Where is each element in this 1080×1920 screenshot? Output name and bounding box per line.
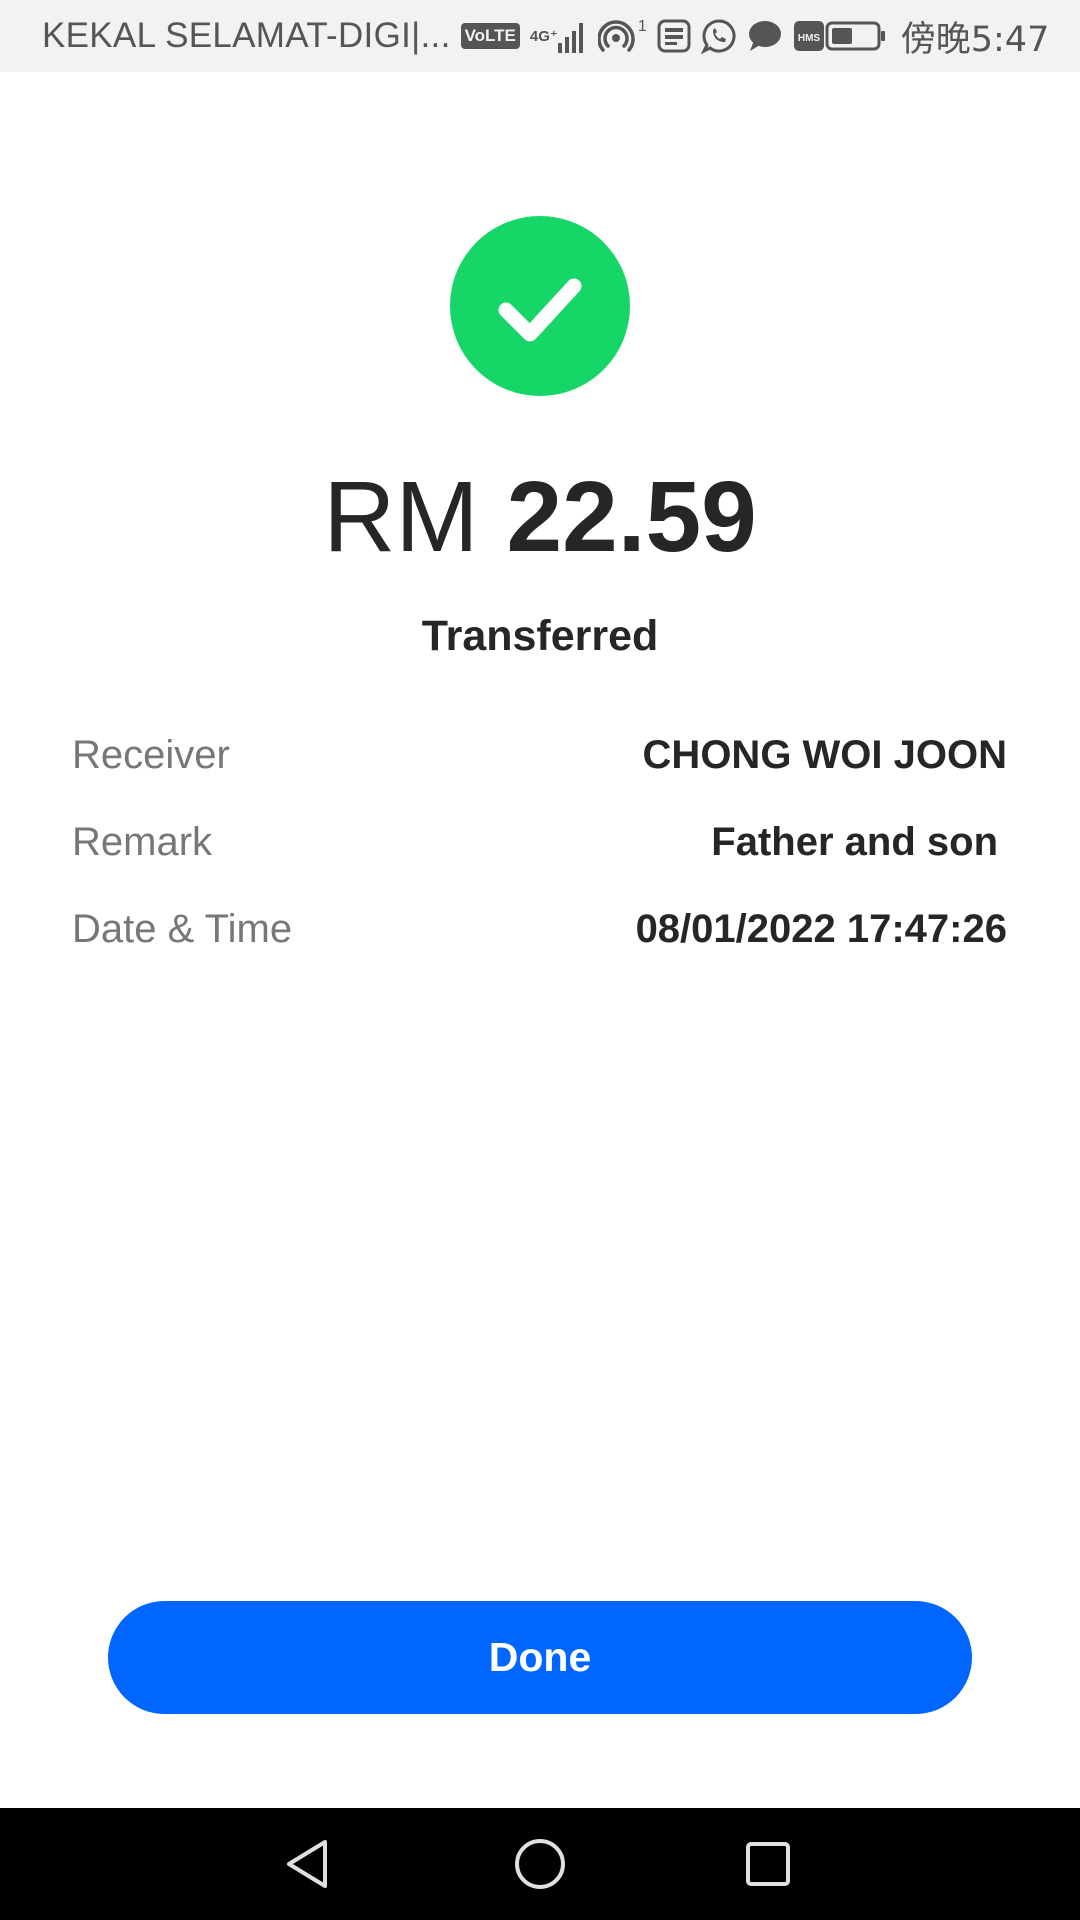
signal-icon: 4G⁺ bbox=[530, 19, 588, 53]
message-icon bbox=[747, 19, 783, 53]
receiver-label: Receiver bbox=[72, 733, 230, 777]
detail-row-remark: Remark Father and son bbox=[72, 799, 1007, 886]
currency-label: RM bbox=[323, 461, 479, 573]
success-badge bbox=[450, 216, 630, 396]
whatsapp-icon bbox=[700, 18, 737, 54]
touch-n-go-icon bbox=[657, 19, 691, 53]
recents-icon bbox=[746, 1842, 790, 1886]
back-button[interactable] bbox=[249, 1808, 369, 1920]
remark-value: Father and son bbox=[711, 820, 998, 864]
network-type-label: 4G⁺ bbox=[529, 27, 558, 45]
carrier-name: KEKAL SELAMAT-DIGI|... bbox=[42, 16, 451, 55]
transfer-details: Receiver CHONG WOI JOON Remark Father an… bbox=[72, 712, 1007, 973]
detail-row-receiver: Receiver CHONG WOI JOON bbox=[72, 712, 1007, 799]
transfer-status: Transferred bbox=[421, 612, 659, 660]
battery-icon bbox=[825, 20, 887, 52]
status-clock: 傍晚5:47 bbox=[900, 19, 1050, 60]
done-button[interactable]: Done bbox=[108, 1601, 972, 1714]
back-icon bbox=[287, 1840, 327, 1888]
amount-value: 22.59 bbox=[506, 461, 757, 573]
detail-row-datetime: Date & Time 08/01/2022 17:47:26 bbox=[72, 886, 1007, 973]
navigation-bar bbox=[0, 1808, 1080, 1920]
datetime-label: Date & Time bbox=[72, 907, 293, 951]
hotspot-icon: 1 bbox=[597, 18, 647, 54]
transfer-amount: RM 22.59 bbox=[0, 462, 1080, 572]
home-icon bbox=[515, 1839, 565, 1889]
checkmark-icon bbox=[498, 278, 582, 342]
receiver-value: CHONG WOI JOON bbox=[642, 733, 1007, 777]
home-button[interactable] bbox=[480, 1808, 600, 1920]
status-right: 傍晚5:47 bbox=[825, 11, 1050, 62]
hms-icon: HMS bbox=[793, 20, 825, 52]
hotspot-badge: 1 bbox=[637, 18, 647, 35]
recents-button[interactable] bbox=[708, 1808, 828, 1920]
datetime-value: 08/01/2022 17:47:26 bbox=[635, 907, 1007, 951]
svg-text:HMS: HMS bbox=[798, 33, 821, 44]
status-icons: VoLTE 4G⁺ 1 HMS bbox=[460, 18, 825, 54]
status-bar: KEKAL SELAMAT-DIGI|... VoLTE 4G⁺ 1 HMS 傍… bbox=[0, 0, 1080, 72]
volte-icon: VoLTE bbox=[460, 23, 520, 49]
remark-label: Remark bbox=[72, 820, 213, 864]
